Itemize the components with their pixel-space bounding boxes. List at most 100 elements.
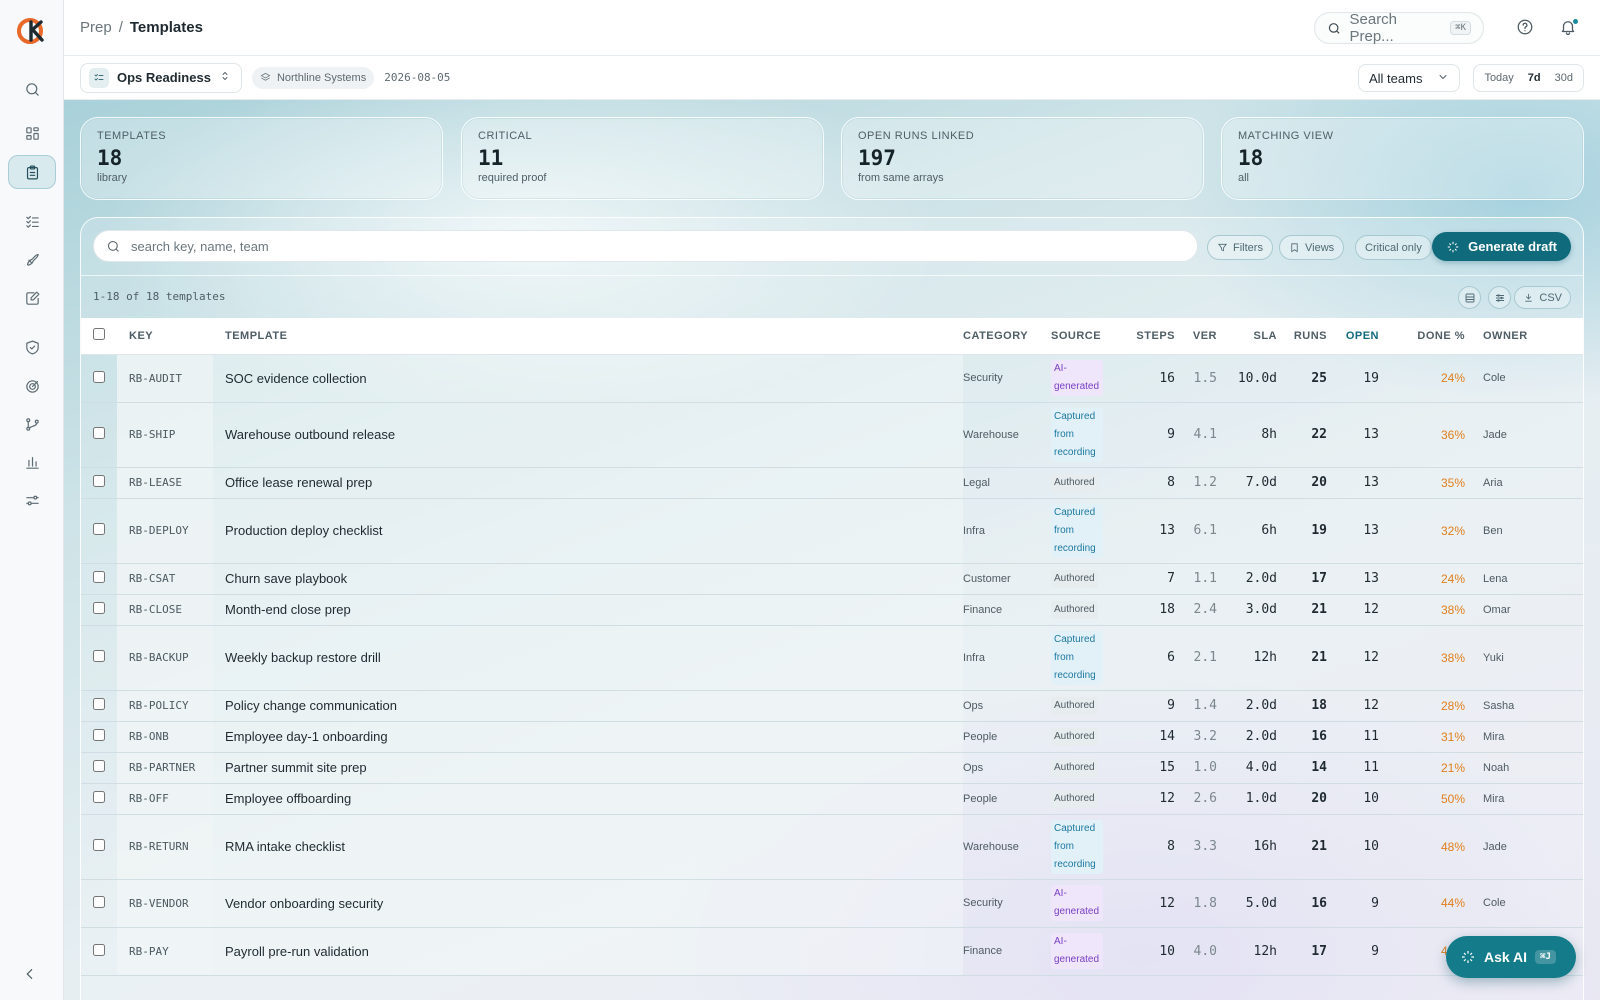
- ask-ai-button[interactable]: Ask AI ⌘J: [1446, 936, 1576, 978]
- row-category: Warehouse: [963, 840, 1019, 853]
- row-sla: 7.0d: [1245, 475, 1277, 490]
- export-csv-button[interactable]: CSV: [1514, 286, 1571, 309]
- table-row[interactable]: RB-PAY Payroll pre-run validation Finance A…: [81, 927, 1583, 975]
- bar-chart-icon[interactable]: [8, 445, 56, 479]
- template-search-input[interactable]: search key, name, team: [93, 230, 1198, 262]
- row-steps: 8: [1167, 475, 1175, 490]
- row-select-checkbox[interactable]: [93, 370, 105, 383]
- sliders-icon[interactable]: [8, 483, 56, 517]
- columns-settings-icon[interactable]: [1488, 286, 1511, 309]
- clipboard-icon[interactable]: [8, 155, 56, 189]
- row-select-checkbox[interactable]: [93, 760, 105, 772]
- edit-document-icon[interactable]: [8, 281, 56, 315]
- stat-value: 11: [478, 146, 504, 170]
- row-steps: 12: [1159, 895, 1175, 911]
- critical-only-toggle[interactable]: Critical only: [1355, 235, 1432, 260]
- table-row[interactable]: RB-SHIP Warehouse outbound release Warehou…: [81, 402, 1583, 467]
- row-steps: 12: [1159, 791, 1175, 806]
- row-select-checkbox[interactable]: [93, 895, 105, 908]
- breadcrumb-current: Templates: [129, 19, 203, 36]
- git-branch-icon[interactable]: [8, 407, 56, 441]
- row-select-cell: [81, 690, 117, 721]
- row-select-checkbox[interactable]: [93, 729, 105, 741]
- select-all-cell: [81, 318, 117, 355]
- range-7d[interactable]: 7d: [1522, 68, 1547, 88]
- org-badge[interactable]: Northline Systems: [251, 66, 375, 89]
- dashboard-icon[interactable]: [8, 116, 56, 150]
- row-source-cell: Captured from recording: [1051, 625, 1125, 690]
- table-row[interactable]: RB-AUDIT SOC evidence collection Security A…: [81, 354, 1583, 402]
- row-done-percent: 38%: [1440, 650, 1465, 665]
- row-open: 11: [1363, 729, 1379, 744]
- app-logo[interactable]: [16, 16, 47, 46]
- help-icon[interactable]: [1516, 18, 1536, 38]
- row-key: RB-OFF: [117, 783, 213, 814]
- views-button[interactable]: Views: [1279, 235, 1345, 260]
- table-row[interactable]: RB-VENDOR Vendor onboarding security Secur…: [81, 879, 1583, 927]
- chevron-updown-icon: [219, 70, 231, 85]
- collapse-sidebar-icon[interactable]: [22, 966, 40, 984]
- range-today[interactable]: Today: [1478, 68, 1519, 88]
- row-template-name: Churn save playbook: [213, 563, 963, 594]
- checklist-icon[interactable]: [8, 204, 56, 238]
- row-template-name: Office lease renewal prep: [213, 467, 963, 498]
- row-select-checkbox[interactable]: [93, 475, 105, 487]
- search-icon[interactable]: [8, 72, 56, 106]
- column-runs[interactable]: RUNS: [1277, 318, 1327, 355]
- table-row[interactable]: RB-PARTNER Partner summit site prep Ops Aut…: [81, 752, 1583, 783]
- row-select-checkbox[interactable]: [93, 791, 105, 803]
- workspace-select[interactable]: Ops Readiness: [80, 62, 242, 93]
- row-version: 1.8: [1193, 895, 1217, 911]
- breadcrumb-root[interactable]: Prep: [80, 19, 112, 36]
- views-label: Views: [1305, 241, 1335, 254]
- row-select-checkbox[interactable]: [93, 650, 105, 662]
- column-done[interactable]: DONE %: [1379, 318, 1465, 355]
- table-row[interactable]: RB-OFF Employee offboarding People Authored…: [81, 783, 1583, 814]
- row-version: 2.4: [1193, 602, 1217, 617]
- row-select-checkbox[interactable]: [93, 839, 105, 851]
- table-row[interactable]: RB-DEPLOY Production deploy checklist Infr…: [81, 498, 1583, 563]
- table-row[interactable]: RB-ONB Employee day-1 onboarding People Aut…: [81, 721, 1583, 752]
- row-done-percent: 36%: [1440, 427, 1465, 442]
- row-select-checkbox[interactable]: [93, 943, 105, 956]
- global-search-input[interactable]: Search Prep... ⌘K: [1314, 11, 1484, 45]
- row-template-name: Warehouse outbound release: [213, 402, 963, 467]
- filters-button[interactable]: Filters: [1207, 235, 1273, 260]
- row-select-checkbox[interactable]: [93, 571, 105, 583]
- range-30d[interactable]: 30d: [1549, 68, 1579, 88]
- team-select[interactable]: All teams: [1358, 64, 1460, 92]
- table-density-icon[interactable]: [1458, 286, 1481, 309]
- generate-draft-button[interactable]: Generate draft: [1432, 232, 1571, 261]
- row-key: RB-VENDOR: [117, 879, 213, 927]
- target-icon[interactable]: [8, 369, 56, 403]
- table-row[interactable]: RB-CLOSE Month-end close prep Finance Autho…: [81, 594, 1583, 625]
- row-select-checkbox[interactable]: [93, 523, 105, 535]
- table-row[interactable]: RB-RETURN RMA intake checklist Warehouse Ca…: [81, 814, 1583, 879]
- column-template[interactable]: TEMPLATE: [213, 318, 963, 355]
- column-owner[interactable]: OWNER: [1465, 318, 1583, 355]
- column-sla[interactable]: SLA: [1217, 318, 1277, 355]
- column-key[interactable]: KEY: [117, 318, 213, 355]
- row-select-checkbox[interactable]: [93, 602, 105, 614]
- shield-check-icon[interactable]: [8, 330, 56, 364]
- row-runs: 19: [1311, 523, 1327, 538]
- table-row[interactable]: RB-LEASE Office lease renewal prep Legal Au…: [81, 467, 1583, 498]
- column-source[interactable]: SOURCE: [1051, 318, 1125, 355]
- row-template-name: SOC evidence collection: [213, 354, 963, 402]
- column-open[interactable]: OPEN: [1327, 318, 1379, 355]
- stat-label: TEMPLATES: [97, 130, 167, 142]
- column-steps[interactable]: STEPS: [1125, 318, 1175, 355]
- rocket-icon[interactable]: [8, 242, 56, 276]
- row-select-checkbox[interactable]: [93, 427, 105, 439]
- table-row[interactable]: RB-BACKUP Weekly backup restore drill Infr…: [81, 625, 1583, 690]
- source-badge: Captured from recording: [1051, 503, 1103, 558]
- row-category: Ops: [963, 699, 984, 712]
- column-category[interactable]: CATEGORY: [963, 318, 1051, 355]
- select-all-checkbox[interactable]: [93, 328, 105, 341]
- table-row[interactable]: RB-POLICY Policy change communication Ops A…: [81, 690, 1583, 721]
- column-ver[interactable]: VER: [1175, 318, 1217, 355]
- row-select-checkbox[interactable]: [93, 698, 105, 710]
- notification-bell-icon[interactable]: [1559, 18, 1579, 38]
- row-category: Security: [963, 372, 1003, 384]
- table-row[interactable]: RB-CSAT Churn save playbook Customer Author…: [81, 563, 1583, 594]
